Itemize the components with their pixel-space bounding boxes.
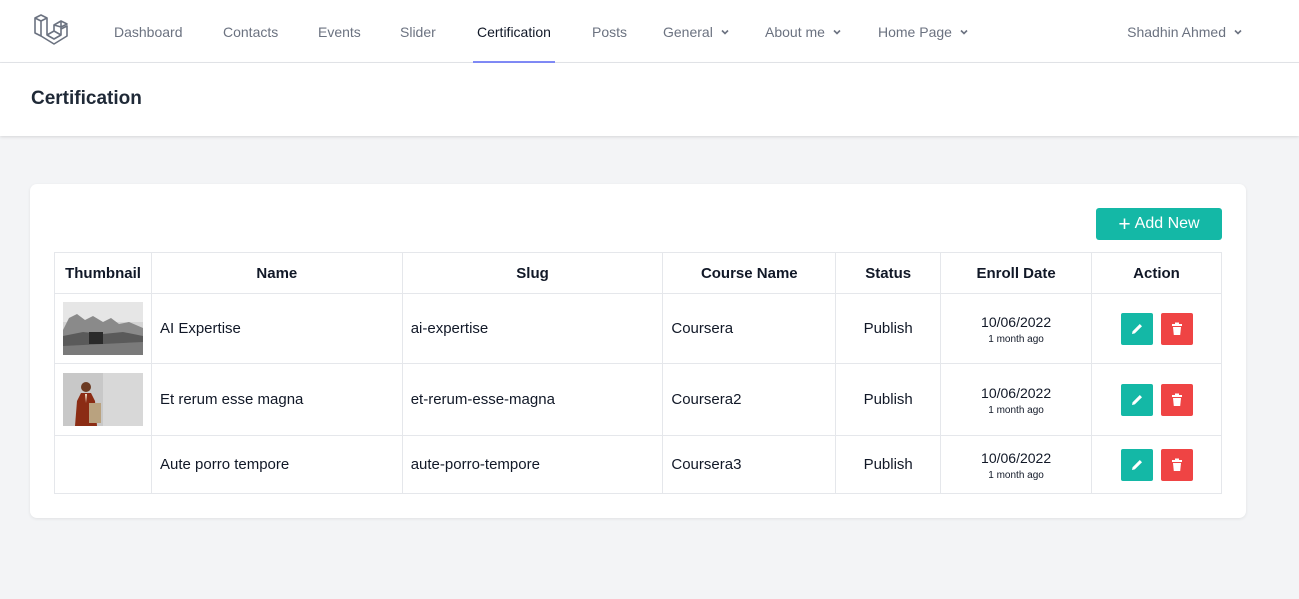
- relative-time: 1 month ago: [988, 469, 1044, 481]
- slug-cell: aute-porro-tempore: [401, 435, 664, 494]
- course-cell: Coursera2: [662, 363, 837, 436]
- nav-contacts[interactable]: Contacts: [223, 0, 278, 63]
- table-row: Et rerum esse magna et-rerum-esse-magna …: [54, 363, 1222, 436]
- course-cell: Coursera3: [662, 435, 837, 494]
- status-cell: Publish: [835, 293, 942, 364]
- thumbnail-cell: [54, 293, 152, 364]
- nav-certification[interactable]: Certification: [473, 0, 555, 63]
- nav-events[interactable]: Events: [318, 0, 361, 63]
- col-enroll-date: Enroll Date: [940, 252, 1093, 294]
- nav-events-label: Events: [318, 23, 361, 40]
- name-cell: AI Expertise: [151, 293, 403, 364]
- nav-dashboard-label: Dashboard: [114, 23, 183, 40]
- chevron-down-icon: [960, 29, 968, 35]
- col-name: Name: [151, 252, 403, 294]
- trash-icon: [1171, 393, 1182, 406]
- name-cell: Aute porro tempore: [151, 435, 403, 494]
- table-header-row: Thumbnail Name Slug Course Name Status E…: [54, 252, 1222, 294]
- slug-cell: et-rerum-esse-magna: [401, 363, 664, 436]
- nav-dashboard[interactable]: Dashboard: [114, 0, 183, 63]
- nav-posts[interactable]: Posts: [592, 0, 627, 63]
- nav-posts-label: Posts: [592, 23, 628, 40]
- nav-homepage-label: Home Page: [878, 23, 952, 40]
- status-cell: Publish: [835, 435, 942, 494]
- nav-general-label: General: [663, 23, 713, 40]
- nav-slider[interactable]: Slider: [400, 0, 436, 63]
- add-new-label: Add New: [1134, 215, 1200, 232]
- nav-slider-label: Slider: [400, 23, 436, 40]
- add-new-button[interactable]: + Add New: [1096, 208, 1222, 240]
- relative-time: 1 month ago: [988, 404, 1044, 416]
- enroll-date-cell: 10/06/2022 1 month ago: [940, 293, 1093, 364]
- enroll-date: 10/06/2022: [981, 313, 1052, 330]
- chevron-down-icon: [833, 29, 841, 35]
- delete-button[interactable]: [1160, 448, 1193, 481]
- page-title: Certification: [31, 88, 142, 109]
- col-status: Status: [835, 252, 942, 294]
- enroll-date-cell: 10/06/2022 1 month ago: [940, 435, 1093, 494]
- relative-time: 1 month ago: [988, 333, 1044, 345]
- nav-about-label: About me: [765, 23, 825, 40]
- plus-icon: +: [1118, 212, 1131, 236]
- top-navbar: Dashboard Contacts Events Slider Certifi…: [0, 0, 1299, 63]
- nav-contacts-label: Contacts: [223, 23, 279, 40]
- action-cell: [1091, 293, 1222, 364]
- edit-button[interactable]: [1120, 383, 1153, 416]
- nav-about-dropdown[interactable]: About me: [765, 0, 842, 63]
- pencil-icon: [1131, 323, 1142, 334]
- delete-button[interactable]: [1160, 312, 1193, 345]
- certification-table: Thumbnail Name Slug Course Name Status E…: [54, 252, 1222, 494]
- thumbnail-image: [63, 373, 143, 426]
- chevron-down-icon: [1234, 29, 1242, 35]
- course-cell: Coursera: [662, 293, 837, 364]
- action-cell: [1091, 363, 1222, 436]
- col-thumbnail: Thumbnail: [54, 252, 152, 294]
- user-menu-dropdown[interactable]: Shadhin Ahmed: [1127, 0, 1243, 63]
- col-course-name: Course Name: [662, 252, 837, 294]
- edit-button[interactable]: [1120, 448, 1153, 481]
- pencil-icon: [1131, 459, 1142, 470]
- nav-homepage-dropdown[interactable]: Home Page: [878, 0, 969, 63]
- col-action: Action: [1091, 252, 1222, 294]
- trash-icon: [1171, 458, 1182, 471]
- slug-cell: ai-expertise: [401, 293, 664, 364]
- action-cell: [1091, 435, 1222, 494]
- certification-card: + Add New Thumbnail Name Slug Course Nam…: [30, 184, 1246, 518]
- thumbnail-cell: [54, 435, 152, 494]
- status-cell: Publish: [835, 363, 942, 436]
- thumbnail-cell: [54, 363, 152, 436]
- thumbnail-image: [63, 302, 143, 355]
- nav-certification-label: Certification: [477, 23, 551, 40]
- page-header: Certification: [0, 63, 1299, 136]
- nav-general-dropdown[interactable]: General: [663, 0, 730, 63]
- chevron-down-icon: [721, 29, 729, 35]
- enroll-date: 10/06/2022: [981, 384, 1052, 401]
- laravel-logo-icon[interactable]: [32, 11, 70, 49]
- user-name: Shadhin Ahmed: [1127, 23, 1226, 40]
- delete-button[interactable]: [1160, 383, 1193, 416]
- col-slug: Slug: [401, 252, 664, 294]
- edit-button[interactable]: [1120, 312, 1153, 345]
- table-row: Aute porro tempore aute-porro-tempore Co…: [54, 435, 1222, 494]
- name-cell: Et rerum esse magna: [151, 363, 403, 436]
- table-row: AI Expertise ai-expertise Coursera Publi…: [54, 293, 1222, 364]
- enroll-date-cell: 10/06/2022 1 month ago: [940, 363, 1093, 436]
- pencil-icon: [1131, 394, 1142, 405]
- trash-icon: [1171, 322, 1182, 335]
- enroll-date: 10/06/2022: [981, 449, 1052, 466]
